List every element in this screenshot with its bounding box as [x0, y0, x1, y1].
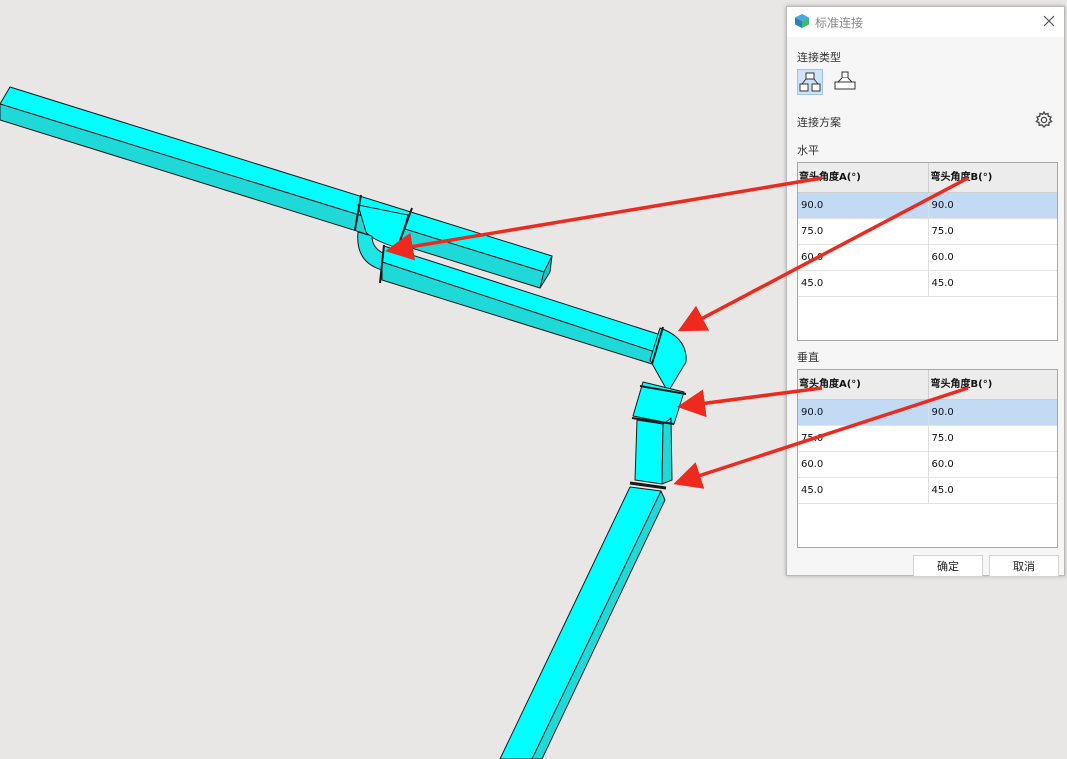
dialog-titlebar: 标准连接 [787, 7, 1064, 37]
column-header-angle-b[interactable]: 弯头角度B(°) [927, 370, 1058, 399]
cell-angle-b: 45.0 [927, 271, 1058, 296]
cell-angle-b: 75.0 [927, 426, 1058, 451]
elbow-connection-button[interactable] [797, 69, 823, 95]
duct-model[interactable] [0, 86, 687, 759]
cell-angle-b: 90.0 [927, 400, 1058, 425]
column-header-angle-b[interactable]: 弯头角度B(°) [927, 163, 1058, 192]
table-row[interactable]: 45.0 45.0 [798, 271, 1057, 297]
table-header: 弯头角度A(°) 弯头角度B(°) [798, 163, 1057, 193]
cell-angle-a: 45.0 [801, 485, 824, 496]
cell-angle-a: 60.0 [801, 459, 824, 470]
standard-connection-dialog: 标准连接 连接类型 连接方案 水平 弯头角度A(°) 弯头角度B(°) 90.0… [786, 6, 1065, 577]
connection-scheme-label: 连接方案 [797, 116, 841, 129]
table-row[interactable]: 60.0 60.0 [798, 452, 1057, 478]
cell-angle-b: 60.0 [927, 245, 1058, 270]
close-icon[interactable] [1040, 12, 1058, 30]
duct-upper-side [0, 103, 545, 289]
column-header-angle-a[interactable]: 弯头角度A(°) [798, 370, 928, 399]
cell-angle-b: 45.0 [927, 478, 1058, 503]
cell-angle-a: 75.0 [801, 226, 824, 237]
vertical-section-label: 垂直 [797, 351, 819, 364]
table-header: 弯头角度A(°) 弯头角度B(°) [798, 370, 1057, 400]
horizontal-section-label: 水平 [797, 144, 819, 157]
duct-lower-side [531, 490, 666, 759]
cell-angle-a: 90.0 [801, 407, 824, 418]
gear-icon[interactable] [1034, 110, 1054, 130]
table-row[interactable]: 90.0 90.0 [798, 400, 1057, 426]
cell-angle-a: 75.0 [801, 433, 824, 444]
confirm-button[interactable]: 确定 [913, 555, 983, 577]
duct-vertical-side [661, 417, 673, 485]
dialog-title: 标准连接 [815, 16, 864, 30]
elbow-connection-icon [799, 72, 821, 92]
vertical-elbow-table[interactable]: 弯头角度A(°) 弯头角度B(°) 90.0 90.0 75.0 75.0 60… [797, 369, 1058, 548]
column-header-angle-a[interactable]: 弯头角度A(°) [798, 163, 928, 192]
cell-angle-b: 75.0 [927, 219, 1058, 244]
table-row[interactable]: 60.0 60.0 [798, 245, 1057, 271]
cancel-button[interactable]: 取消 [989, 555, 1059, 577]
duct-lower-front [499, 486, 662, 759]
cell-angle-a: 60.0 [801, 252, 824, 263]
horizontal-elbow-table[interactable]: 弯头角度A(°) 弯头角度B(°) 90.0 90.0 75.0 75.0 60… [797, 162, 1058, 341]
tee-connection-button[interactable] [833, 69, 859, 95]
table-row[interactable]: 90.0 90.0 [798, 193, 1057, 219]
cell-angle-a: 90.0 [801, 200, 824, 211]
table-row[interactable]: 75.0 75.0 [798, 219, 1057, 245]
duct-vertical-front [634, 419, 664, 485]
cell-angle-a: 45.0 [801, 278, 824, 289]
duct-upper-top [0, 86, 553, 273]
table-row[interactable]: 75.0 75.0 [798, 426, 1057, 452]
cube-app-icon [795, 14, 809, 28]
cell-angle-b: 60.0 [927, 452, 1058, 477]
cell-angle-b: 90.0 [927, 193, 1058, 218]
tee-connection-icon [834, 71, 856, 90]
table-row[interactable]: 45.0 45.0 [798, 478, 1057, 504]
connection-type-label: 连接类型 [797, 51, 841, 64]
